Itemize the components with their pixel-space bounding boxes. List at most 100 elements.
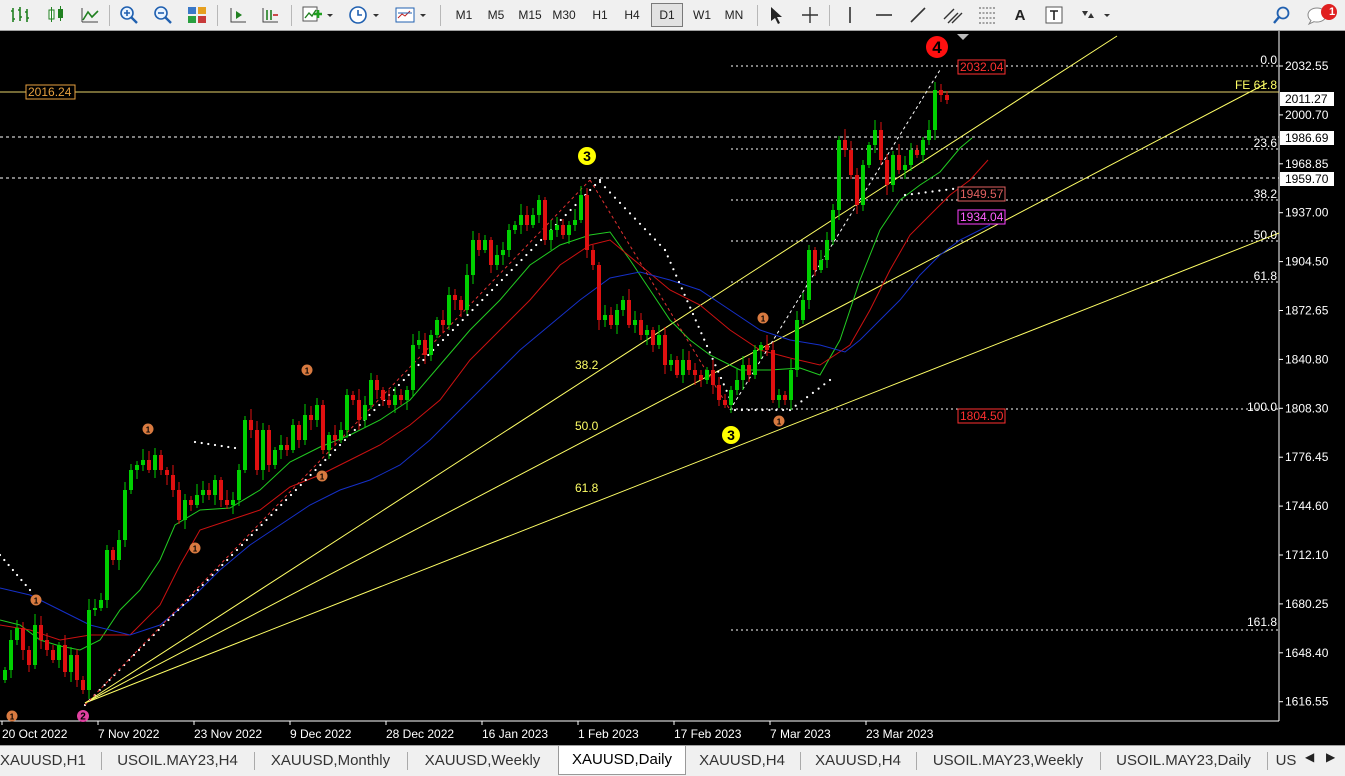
price-axis-label: 1808.30 [1285, 401, 1329, 415]
sar-dot [28, 588, 32, 592]
bar-chart-icon[interactable] [8, 3, 32, 27]
wave-marker-3-top: 3 [578, 147, 596, 165]
trendline-icon[interactable] [906, 3, 930, 27]
sar-dot [193, 440, 197, 444]
tab-scroll-right-icon[interactable]: ▶ [1326, 750, 1335, 764]
sar-dot [711, 357, 714, 360]
candle-body [555, 225, 559, 230]
price-axis-label: 1616.55 [1285, 695, 1329, 709]
timeframe-h4-button[interactable]: H4 [616, 3, 648, 27]
sar-dot [250, 533, 253, 537]
chart-tab[interactable]: XAUUSD,H4 [684, 748, 800, 774]
sar-dot [782, 408, 785, 412]
candle-body [417, 340, 421, 345]
indicators-icon[interactable] [299, 3, 337, 27]
timeframe-m30-button[interactable]: M30 [548, 3, 580, 27]
zoom-out-icon[interactable] [151, 3, 175, 27]
candle-body [297, 425, 301, 440]
sar-dot [338, 443, 342, 447]
auto-scroll-icon[interactable] [226, 3, 250, 27]
candle-body [705, 370, 709, 380]
search-icon[interactable] [1270, 3, 1294, 27]
timeframe-w1-button[interactable]: W1 [686, 3, 718, 27]
chart-tab[interactable]: XAUUSD,Weekly [407, 748, 558, 774]
sar-dot [817, 387, 820, 390]
chart-tab[interactable]: XAUUSD,Daily [558, 746, 686, 775]
horizontal-line-icon[interactable] [872, 3, 896, 27]
timeframe-m15-button[interactable]: M15 [514, 3, 546, 27]
timeframe-mn-button[interactable]: MN [718, 3, 750, 27]
zoom-in-icon[interactable] [117, 3, 141, 27]
candle-body [849, 150, 853, 175]
candle-body [207, 490, 211, 495]
crosshair-icon[interactable] [798, 3, 822, 27]
candle-body [231, 500, 235, 505]
candle-body [105, 550, 109, 600]
sar-dot [672, 268, 675, 271]
sar-dot [162, 623, 165, 627]
chart-tab[interactable]: XAUUSD,Monthly [254, 748, 407, 774]
timeframe-h1-button[interactable]: H1 [584, 3, 616, 27]
sar-dot [137, 648, 141, 652]
chart-tab[interactable]: USOIL.MAY23,Daily [1100, 748, 1267, 774]
chart-tab[interactable]: XAUUSD,H4 [800, 748, 916, 774]
candle-body [237, 470, 241, 500]
candlestick-chart-icon[interactable] [44, 3, 68, 27]
timeframe-m1-button[interactable]: M1 [448, 3, 480, 27]
channel-icon[interactable] [940, 3, 966, 27]
sar-dot [309, 473, 312, 477]
fibonacci-icon[interactable] [975, 3, 999, 27]
chart-tab[interactable]: USOIL.MAY23,Weekly [916, 748, 1100, 774]
chart-shift-icon[interactable] [258, 3, 282, 27]
sar-dot [397, 383, 400, 387]
candle-body [483, 240, 487, 250]
line-chart-icon[interactable] [78, 3, 102, 27]
candle-body [579, 195, 583, 220]
periods-clock-icon[interactable] [345, 3, 383, 27]
candle-body [213, 480, 217, 495]
chart-tab[interactable]: US [1267, 748, 1305, 774]
candle-body [315, 405, 319, 420]
candle-body [285, 445, 289, 450]
text-label-icon[interactable] [1042, 3, 1066, 27]
tab-scroll-left-icon[interactable]: ◀ [1305, 750, 1314, 764]
sar-dot [235, 548, 239, 552]
wave-marker-label: 1 [777, 418, 782, 427]
candle-body [477, 240, 481, 250]
candle-body [195, 495, 199, 505]
vertical-line-icon[interactable] [838, 3, 862, 27]
sar-dot [213, 443, 217, 447]
candle-body [633, 320, 637, 325]
chart-tab[interactable]: USOIL.MAY23,H4 [101, 748, 254, 774]
candle-body [777, 395, 781, 400]
chart-tab[interactable]: XAUUSD,H1 [0, 748, 101, 774]
candle-body [813, 250, 817, 270]
sar-dot [343, 438, 347, 442]
price-chart[interactable]: 1 1 1 1 1 1 1 1 3 3 4 2 0.0 23.6 38.2 50.0 61.8 100.0 161… [0, 31, 1345, 745]
sar-dot [500, 278, 503, 282]
arrows-icon[interactable] [1076, 3, 1114, 27]
sar-dot [924, 191, 927, 194]
tile-windows-icon[interactable] [185, 3, 209, 27]
price-axis-label: 1680.25 [1285, 597, 1329, 611]
cursor-icon[interactable] [764, 3, 788, 27]
price-axis-label: 1840.80 [1285, 352, 1329, 366]
candle-body [603, 315, 607, 320]
candle-body [279, 445, 283, 450]
sar-dot [466, 313, 469, 317]
price-tag-value: 2032.04 [960, 60, 1004, 74]
price-axis-label: 1872.65 [1285, 304, 1329, 318]
timeframe-m5-button[interactable]: M5 [480, 3, 512, 27]
templates-icon[interactable] [392, 3, 430, 27]
candle-body [543, 200, 547, 240]
sar-dot [823, 383, 826, 386]
candle-body [243, 420, 247, 470]
timeframe-d1-button[interactable]: D1 [651, 3, 683, 27]
notifications-icon[interactable]: 1 [1305, 3, 1339, 27]
sar-dot [608, 191, 612, 194]
candle-body [189, 500, 193, 505]
text-tool-button[interactable]: A [1008, 3, 1032, 27]
candle-body [123, 490, 127, 540]
wave-marker-3-bottom: 3 [722, 426, 740, 444]
candle-body [597, 265, 601, 320]
